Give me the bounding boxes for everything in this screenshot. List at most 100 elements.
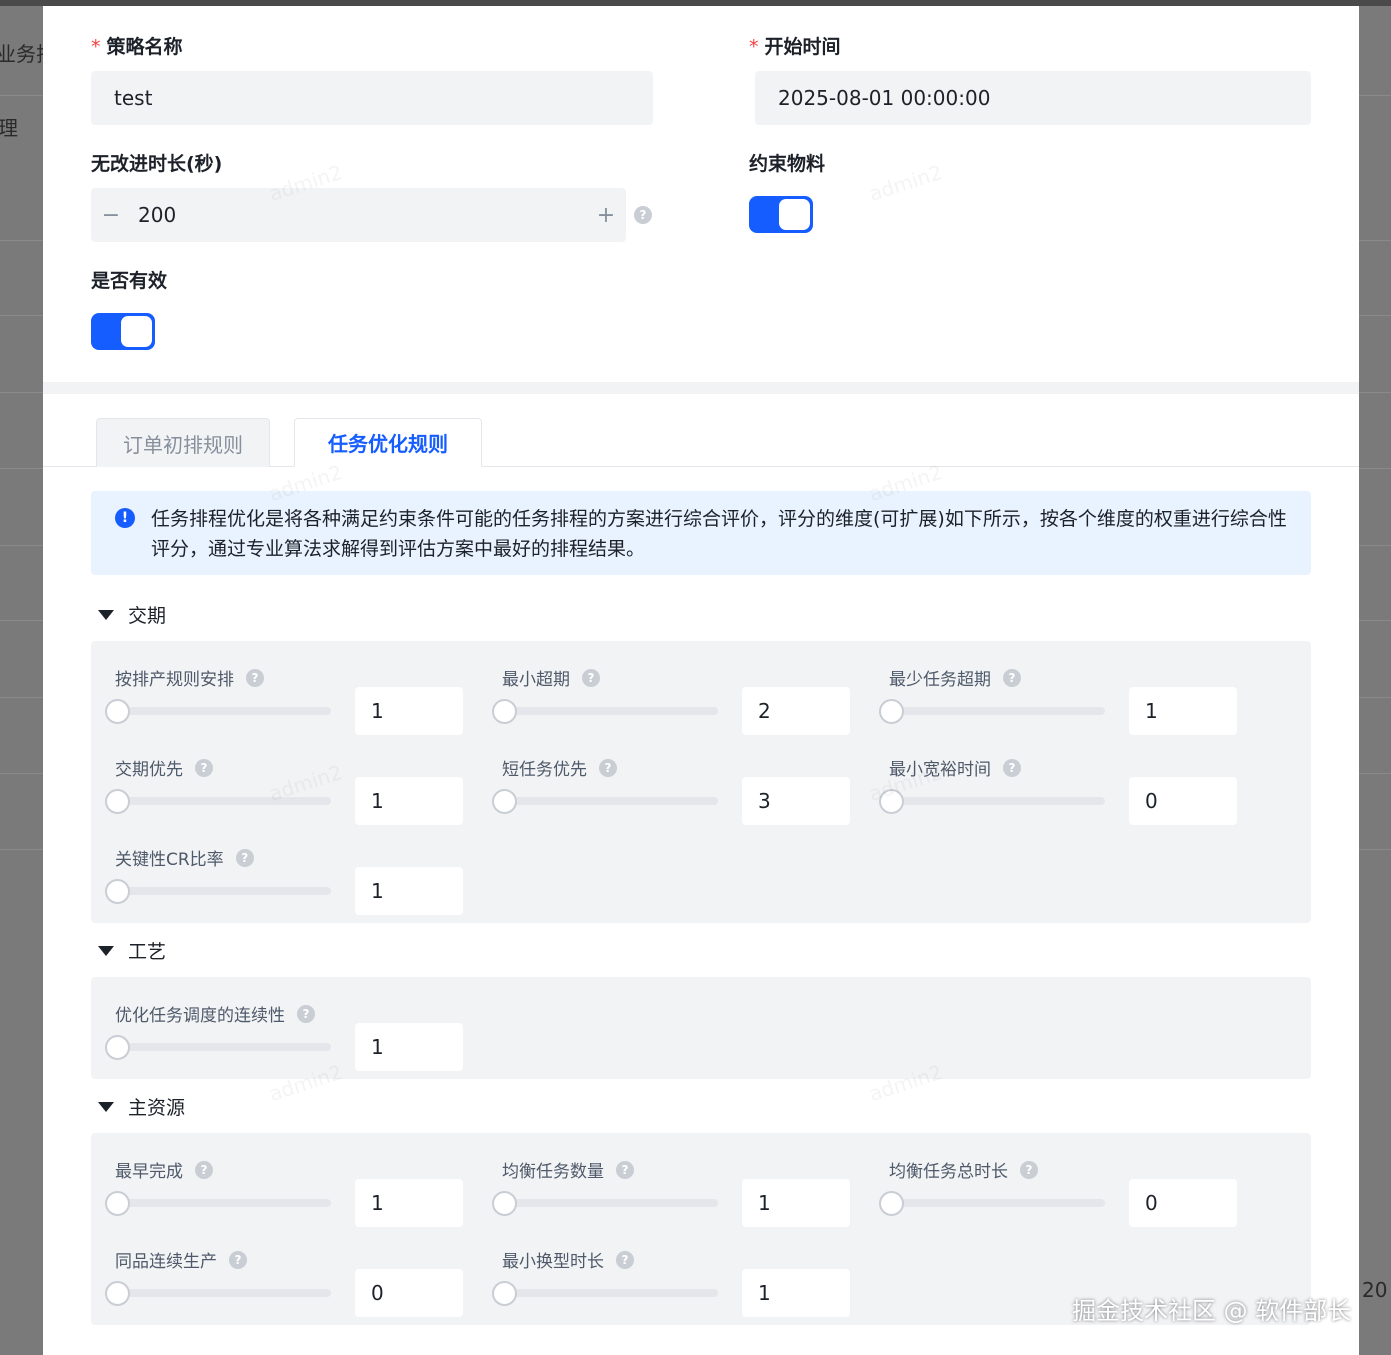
- slider-track[interactable]: [502, 797, 718, 805]
- slider-thumb[interactable]: [105, 789, 130, 814]
- weight-label: 关键性CR比率?: [115, 845, 254, 870]
- help-icon[interactable]: ?: [616, 1160, 634, 1179]
- slider-thumb[interactable]: [879, 789, 904, 814]
- weight-label: 交期优先?: [115, 755, 213, 780]
- background-divider: [1359, 95, 1391, 96]
- help-icon[interactable]: ?: [229, 1250, 247, 1269]
- weight-input[interactable]: 2: [742, 687, 850, 735]
- group-header-delivery[interactable]: 交期: [98, 601, 166, 628]
- background-divider: [1359, 849, 1391, 850]
- help-icon[interactable]: ?: [195, 758, 213, 777]
- weight-input[interactable]: 1: [355, 687, 463, 735]
- is-valid-switch[interactable]: [91, 313, 155, 350]
- slider-thumb[interactable]: [105, 1035, 130, 1060]
- slider-thumb[interactable]: [105, 1281, 130, 1306]
- weight-input[interactable]: 1: [355, 1179, 463, 1227]
- no-improve-duration-stepper[interactable]: − 200 +: [91, 188, 626, 242]
- slider-track[interactable]: [889, 1199, 1105, 1207]
- help-icon[interactable]: ?: [1003, 758, 1021, 777]
- weight-label: 最小宽裕时间?: [889, 755, 1021, 780]
- slider-thumb[interactable]: [492, 699, 517, 724]
- weight-input[interactable]: 0: [355, 1269, 463, 1317]
- background-menu-text: 理: [0, 116, 18, 140]
- background-divider: [1359, 697, 1391, 698]
- section-separator: [43, 382, 1359, 394]
- slider-track[interactable]: [889, 707, 1105, 715]
- weight-input[interactable]: 1: [742, 1269, 850, 1317]
- tab-order-initial-rules[interactable]: 订单初排规则: [96, 418, 270, 467]
- weight-label-text: 优化任务调度的连续性: [115, 1006, 285, 1026]
- slider-thumb[interactable]: [105, 699, 130, 724]
- weight-input[interactable]: 0: [1129, 777, 1237, 825]
- switch-knob: [779, 199, 810, 230]
- background-divider: [0, 468, 43, 469]
- slider-track[interactable]: [502, 707, 718, 715]
- weight-item: 交期优先? 1: [91, 741, 463, 825]
- weight-label: 按排产规则安排?: [115, 665, 264, 690]
- slider-track[interactable]: [889, 797, 1105, 805]
- weight-input[interactable]: 1: [355, 1023, 463, 1071]
- slider-track[interactable]: [115, 1289, 331, 1297]
- weight-label: 同品连续生产?: [115, 1247, 247, 1272]
- no-improve-duration-label: 无改进时长(秒): [91, 153, 223, 175]
- group-header-main-resource[interactable]: 主资源: [98, 1093, 185, 1120]
- slider-track[interactable]: [115, 887, 331, 895]
- weight-input[interactable]: 1: [742, 1179, 850, 1227]
- stepper-plus-button[interactable]: +: [586, 188, 626, 242]
- slider-track[interactable]: [502, 1289, 718, 1297]
- help-icon[interactable]: ?: [246, 668, 264, 687]
- weight-input[interactable]: 1: [355, 867, 463, 915]
- weight-item: 最小换型时长? 1: [478, 1233, 850, 1317]
- slider-track[interactable]: [115, 797, 331, 805]
- help-icon[interactable]: ?: [235, 848, 254, 867]
- weight-input[interactable]: 0: [1129, 1179, 1237, 1227]
- background-divider: [0, 849, 43, 850]
- slider-thumb[interactable]: [492, 1191, 517, 1216]
- slider-track[interactable]: [115, 1199, 331, 1207]
- weight-label: 最小超期?: [502, 665, 600, 690]
- background-divider: [1359, 620, 1391, 621]
- group-header-process[interactable]: 工艺: [98, 937, 166, 964]
- required-mark: *: [91, 36, 101, 58]
- slider-thumb[interactable]: [105, 1191, 130, 1216]
- stepper-minus-button[interactable]: −: [91, 188, 131, 242]
- background-divider: [1359, 392, 1391, 393]
- slider-thumb[interactable]: [879, 1191, 904, 1216]
- caret-down-icon: [98, 609, 114, 620]
- weight-label-text: 关键性CR比率: [115, 850, 224, 870]
- help-icon[interactable]: ?: [634, 206, 652, 224]
- slider-track[interactable]: [502, 1199, 718, 1207]
- slider-track[interactable]: [115, 1043, 331, 1051]
- weight-input[interactable]: 3: [742, 777, 850, 825]
- slider-thumb[interactable]: [879, 699, 904, 724]
- background-divider: [0, 697, 43, 698]
- weight-input[interactable]: 1: [355, 777, 463, 825]
- weight-item: 最早完成? 1: [91, 1143, 463, 1227]
- help-icon[interactable]: ?: [1020, 1160, 1038, 1179]
- start-time-picker[interactable]: 2025-08-01 00:00:00: [755, 71, 1311, 125]
- help-icon[interactable]: ?: [195, 1160, 213, 1179]
- tab-task-optimization-rules[interactable]: 任务优化规则: [294, 418, 482, 467]
- weight-item: 优化任务调度的连续性? 1: [91, 987, 463, 1071]
- slider-track[interactable]: [115, 707, 331, 715]
- weight-item: 按排产规则安排? 1: [91, 651, 463, 735]
- weight-label: 最少任务超期?: [889, 665, 1021, 690]
- weight-input[interactable]: 1: [1129, 687, 1237, 735]
- help-icon[interactable]: ?: [599, 758, 617, 777]
- help-icon[interactable]: ?: [297, 1004, 315, 1023]
- weight-label-text: 均衡任务总时长: [889, 1162, 1008, 1182]
- weight-item: 最小超期? 2: [478, 651, 850, 735]
- weight-label-text: 最小超期: [502, 670, 570, 690]
- help-icon[interactable]: ?: [616, 1250, 634, 1269]
- weight-label: 短任务优先?: [502, 755, 617, 780]
- background-divider: [0, 95, 43, 96]
- strategy-name-input[interactable]: test: [91, 71, 653, 125]
- slider-thumb[interactable]: [492, 1281, 517, 1306]
- help-icon[interactable]: ?: [582, 668, 600, 687]
- background-divider: [0, 773, 43, 774]
- constraint-material-switch[interactable]: [749, 196, 813, 233]
- process-panel: 优化任务调度的连续性? 1: [91, 977, 1311, 1079]
- help-icon[interactable]: ?: [1003, 668, 1021, 687]
- slider-thumb[interactable]: [492, 789, 517, 814]
- slider-thumb[interactable]: [105, 879, 130, 904]
